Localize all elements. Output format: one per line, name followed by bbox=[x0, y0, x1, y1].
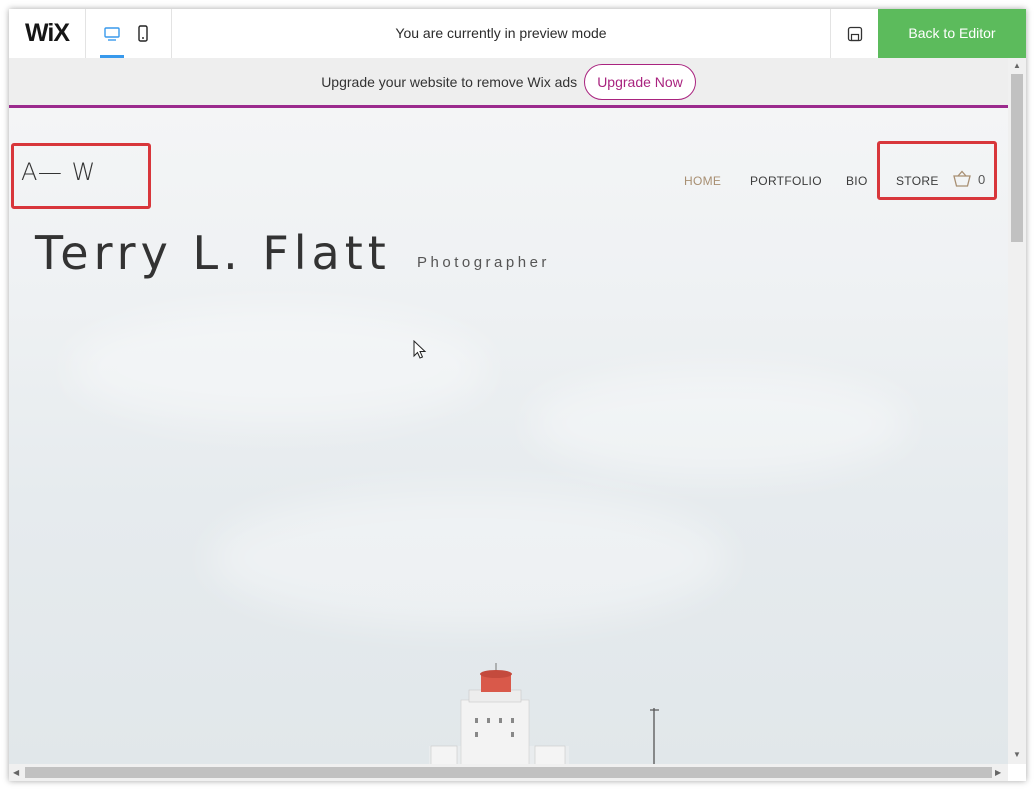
lighthouse-image bbox=[429, 663, 569, 764]
sky-cloud bbox=[209, 488, 729, 628]
upgrade-now-button[interactable]: Upgrade Now bbox=[584, 63, 696, 100]
logo-highlight-box bbox=[11, 143, 151, 209]
sky-cloud bbox=[529, 368, 909, 478]
scroll-right-icon[interactable]: ▶ bbox=[995, 768, 1001, 777]
desktop-icon bbox=[104, 26, 120, 41]
site-subtitle: Photographer bbox=[417, 254, 550, 271]
wix-logo[interactable]: WiX bbox=[9, 9, 86, 58]
nav-home[interactable]: HOME bbox=[684, 174, 721, 188]
scroll-left-icon[interactable]: ◀ bbox=[13, 768, 19, 777]
nav-portfolio[interactable]: PORTFOLIO bbox=[750, 174, 822, 188]
site-page: A— W HOME PORTFOLIO BIO STORE 0 Terry L.… bbox=[9, 108, 1008, 764]
utility-pole-image bbox=[650, 708, 659, 764]
browser-frame: WiX You are currently in preview mode Ba… bbox=[9, 9, 1026, 781]
upgrade-banner-text: Upgrade your website to remove Wix ads bbox=[321, 73, 578, 90]
horizontal-scrollbar[interactable]: ◀ ▶ bbox=[9, 764, 1008, 781]
preview-mode-text: You are currently in preview mode bbox=[395, 25, 607, 41]
horizontal-scroll-thumb[interactable] bbox=[25, 767, 992, 778]
mobile-view-button[interactable] bbox=[125, 9, 161, 58]
save-button[interactable] bbox=[830, 9, 878, 58]
save-icon bbox=[847, 26, 862, 41]
scroll-up-icon[interactable]: ▲ bbox=[1013, 61, 1021, 70]
store-highlight-box bbox=[877, 141, 997, 200]
sky-cloud bbox=[69, 308, 489, 428]
preview-toolbar: WiX You are currently in preview mode Ba… bbox=[9, 9, 1026, 59]
nav-bio[interactable]: BIO bbox=[846, 174, 868, 188]
mobile-icon bbox=[138, 24, 148, 42]
vertical-scrollbar[interactable]: ▲ ▼ bbox=[1008, 58, 1026, 764]
back-to-editor-button[interactable]: Back to Editor bbox=[878, 9, 1026, 58]
site-title: Terry L. Flatt bbox=[35, 226, 391, 280]
upgrade-banner: Upgrade your website to remove Wix ads U… bbox=[9, 58, 1008, 108]
vertical-scroll-thumb[interactable] bbox=[1011, 74, 1023, 242]
scroll-down-icon[interactable]: ▼ bbox=[1013, 750, 1021, 759]
mouse-cursor-icon bbox=[413, 340, 427, 359]
